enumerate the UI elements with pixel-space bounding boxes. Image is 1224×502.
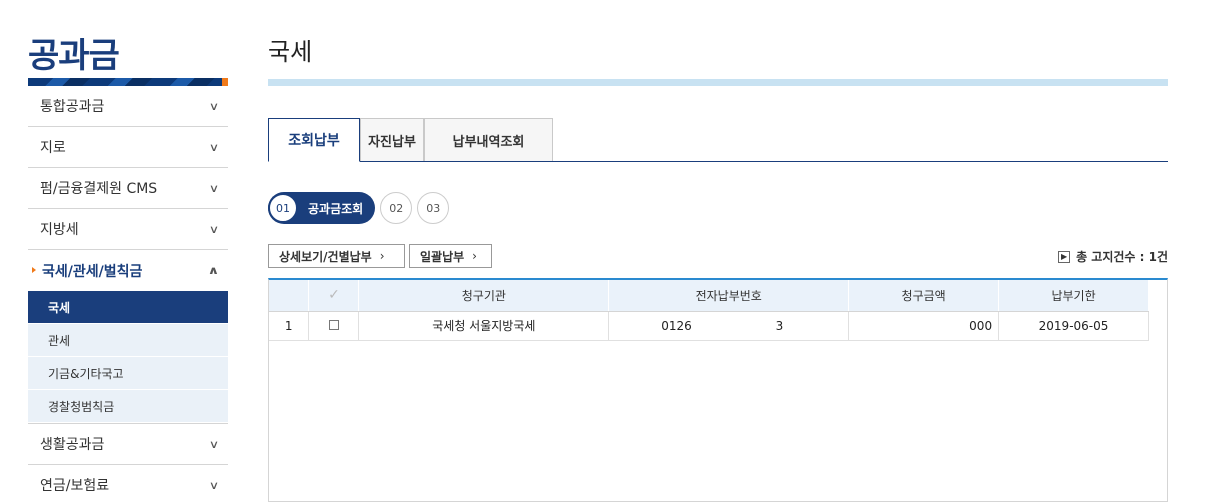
sidebar-item-label: 통합공과금	[40, 99, 105, 115]
sidebar-submenu: 국세 관세 기금&기타국고 경찰청범칙금	[28, 291, 228, 424]
total-count: ▶ 총 고지건수 : 1건	[1058, 248, 1168, 265]
sidebar-item-label: 연금/보험료	[40, 478, 110, 494]
detail-pay-button[interactable]: 상세보기/건별납부 ›	[268, 244, 405, 268]
column-header-due-date: 납부기한	[998, 280, 1149, 312]
step-label: 공과금조회	[308, 201, 364, 216]
tab-lookup-pay[interactable]: 조회납부	[268, 118, 360, 162]
sidebar-item-pension[interactable]: 연금/보험료 ∨	[28, 465, 228, 502]
chevron-down-icon: ∨	[208, 99, 220, 113]
chevron-down-icon: ∨	[208, 437, 220, 451]
sidebar: 공과금 통합공과금 ∨ 지로 ∨ 펌/금융결제원 CMS ∨ 지방세 ∨ 국세/…	[28, 0, 228, 502]
button-label: 상세보기/건별납부	[279, 249, 372, 264]
chevron-up-icon: ∧	[207, 264, 220, 277]
step-3: 03	[417, 192, 450, 224]
row-amount: 000	[848, 311, 1000, 341]
sidebar-item-living[interactable]: 생활공과금 ∨	[28, 424, 228, 465]
tab-bar: 조회납부 자진납부 납부내역조회	[268, 118, 1168, 162]
step-1: 01 공과금조회	[268, 192, 376, 224]
table-row[interactable]: 1 국세청 서울지방국세 0126 3 000 2019-06-05	[269, 311, 1149, 341]
sidebar-item-label: 지로	[40, 140, 66, 156]
chevron-right-icon: ›	[379, 249, 385, 263]
sidebar-item-label: 펌/금융결제원 CMS	[40, 181, 158, 197]
step-number: 01	[268, 193, 298, 223]
bulk-pay-button[interactable]: 일괄납부 ›	[409, 244, 492, 268]
page-title: 국세	[268, 38, 313, 66]
row-agency: 국세청 서울지방국세	[358, 311, 610, 341]
action-row: 상세보기/건별납부 › 일괄납부 › ▶ 총 고지건수 : 1건	[268, 244, 1168, 268]
total-count-text: 총 고지건수 : 1건	[1076, 250, 1168, 264]
sidebar-item-label: 생활공과금	[40, 437, 105, 453]
sidebar-item-local-tax[interactable]: 지방세 ∨	[28, 209, 228, 250]
chevron-down-icon: ∨	[208, 222, 220, 236]
sidebar-subitem-customs[interactable]: 관세	[28, 324, 228, 357]
brand-divider	[28, 78, 228, 86]
row-checkbox[interactable]	[308, 311, 360, 341]
sidebar-item-label: 지방세	[40, 222, 79, 238]
title-divider	[268, 79, 1168, 86]
sidebar-item-giro[interactable]: 지로 ∨	[28, 127, 228, 168]
column-header-payment-number: 전자납부번호	[608, 280, 850, 312]
sidebar-subitem-police-fine[interactable]: 경찰청범칙금	[28, 390, 228, 423]
sidebar-item-cms[interactable]: 펌/금융결제원 CMS ∨	[28, 168, 228, 209]
table-header-row: ✓ 청구기관 전자납부번호 청구금액 납부기한	[269, 280, 1149, 312]
chevron-down-icon: ∨	[208, 140, 220, 154]
chevron-down-icon: ∨	[208, 478, 220, 492]
tab-payment-history[interactable]: 납부내역조회	[424, 118, 553, 161]
bill-table: ✓ 청구기관 전자납부번호 청구금액 납부기한 1 국세청 서울지방국세 012…	[269, 280, 1149, 341]
sidebar-item-national-tax[interactable]: 국세/관세/벌칙금 ∧	[28, 250, 228, 291]
payment-number-prefix: 0126	[661, 318, 692, 333]
brand-title: 공과금	[28, 36, 120, 76]
chevron-right-icon: ›	[472, 249, 477, 263]
step-indicator: 01 공과금조회 02 03	[268, 192, 450, 224]
sidebar-item-integrated[interactable]: 통합공과금 ∨	[28, 86, 228, 127]
step-2: 02	[380, 192, 413, 224]
bill-table-container: ✓ 청구기관 전자납부번호 청구금액 납부기한 1 국세청 서울지방국세 012…	[268, 278, 1168, 502]
column-header-amount: 청구금액	[848, 280, 1000, 312]
checkbox-icon[interactable]	[328, 319, 339, 330]
sidebar-subitem-national-tax[interactable]: 국세	[28, 291, 228, 324]
column-header-no	[269, 280, 310, 312]
sidebar-subitem-fund[interactable]: 기금&기타국고	[28, 357, 228, 390]
button-label: 일괄납부	[420, 249, 465, 264]
row-due-date: 2019-06-05	[998, 311, 1149, 341]
expand-icon[interactable]: ▶	[1058, 250, 1071, 263]
row-payment-number: 0126 3	[608, 311, 850, 341]
chevron-down-icon: ∨	[208, 181, 220, 195]
active-marker-icon	[32, 267, 36, 273]
tab-self-pay[interactable]: 자진납부	[360, 118, 424, 161]
payment-number-suffix: 3	[775, 318, 784, 333]
sidebar-item-label: 국세/관세/벌칙금	[42, 263, 143, 280]
row-number: 1	[269, 311, 310, 341]
select-all-checkbox[interactable]: ✓	[308, 280, 360, 312]
column-header-agency: 청구기관	[358, 280, 610, 312]
